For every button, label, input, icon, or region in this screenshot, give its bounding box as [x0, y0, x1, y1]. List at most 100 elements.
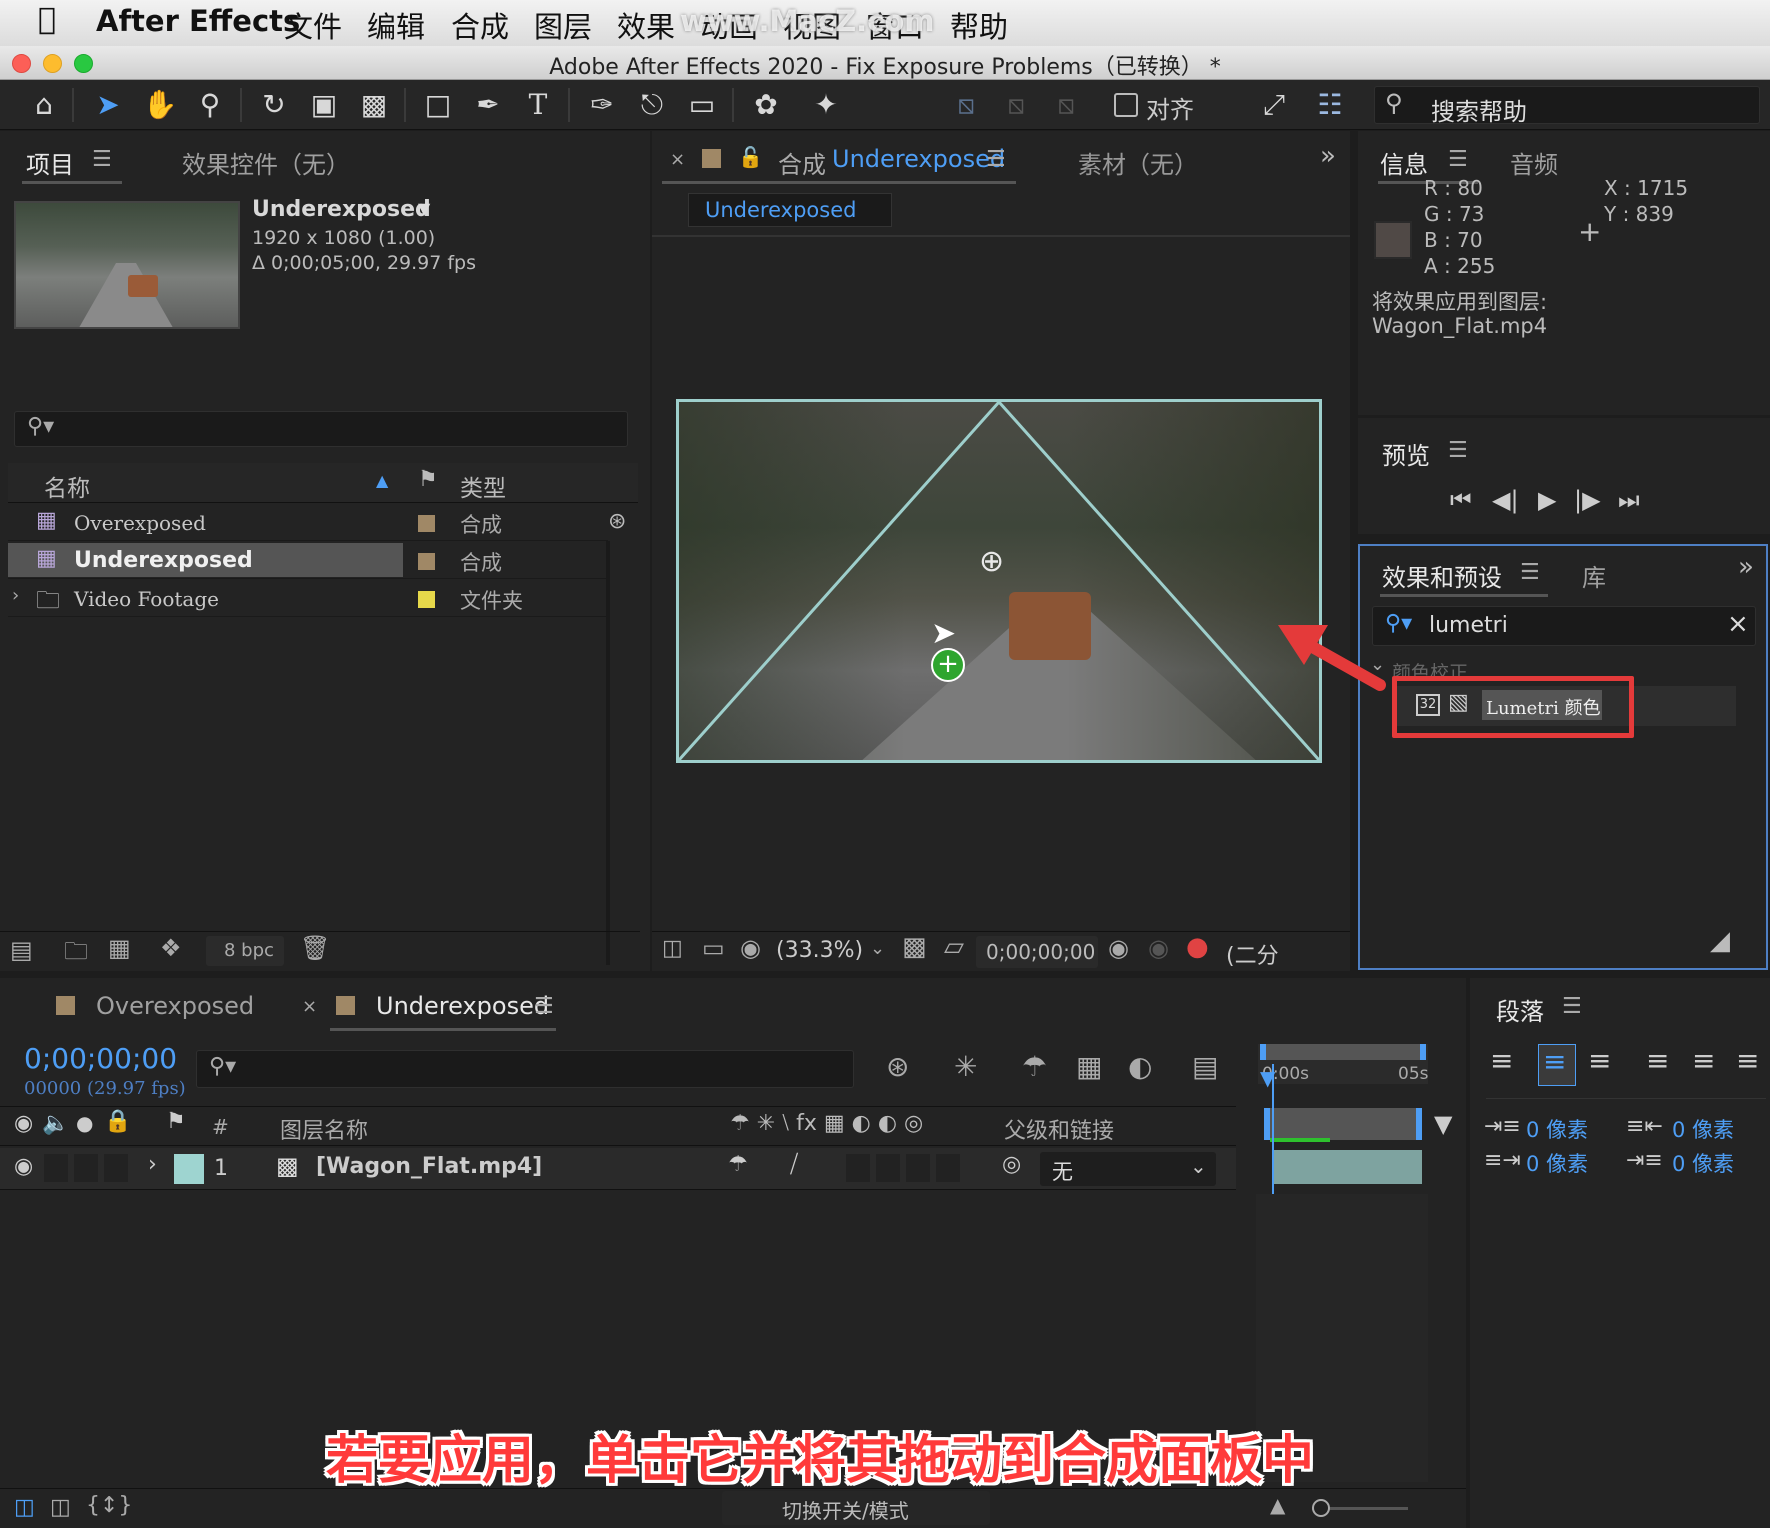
- stretch-icon[interactable]: {↕}: [86, 1493, 132, 1518]
- zoom-level[interactable]: (33.3%): [776, 938, 863, 963]
- timeline-search-input[interactable]: ⚲▾: [196, 1050, 854, 1088]
- shy-layers-icon[interactable]: ☂: [1022, 1050, 1047, 1083]
- clear-search-icon[interactable]: ×: [1727, 609, 1749, 639]
- brush-tool-icon[interactable]: ✑: [582, 86, 622, 124]
- justify-right-icon[interactable]: ≡: [1736, 1044, 1759, 1077]
- layer-clip-bar[interactable]: [1272, 1150, 1422, 1184]
- align-right-icon[interactable]: ≡: [1588, 1044, 1611, 1077]
- effects-search-input[interactable]: ⚲▾ lumetri ×: [1372, 606, 1756, 646]
- preview-menu-icon[interactable]: ☰: [1448, 438, 1468, 463]
- menu-app-name[interactable]: After Effects: [96, 4, 300, 38]
- interpret-footage-icon[interactable]: ▤: [10, 936, 33, 964]
- tab-effects-presets[interactable]: 效果和预设: [1382, 558, 1502, 593]
- panel-overflow-icon[interactable]: »: [1320, 141, 1336, 171]
- label-tag-icon[interactable]: ⚑: [166, 1109, 186, 1134]
- layer-name[interactable]: [Wagon_Flat.mp4]: [316, 1154, 542, 1179]
- local-axis-icon[interactable]: ⧅: [946, 86, 986, 124]
- apple-icon[interactable]: : [38, 2, 56, 37]
- indent-left-value[interactable]: 0 像素: [1526, 1114, 1588, 1144]
- comp-marker-icon[interactable]: ▼: [1434, 1110, 1452, 1138]
- align-center-button[interactable]: ≡: [1538, 1044, 1576, 1086]
- bit-depth-button[interactable]: 8 bpc: [206, 936, 284, 966]
- audio-icon[interactable]: 🔈: [42, 1111, 69, 1136]
- label-tag-icon[interactable]: ⚑: [418, 467, 438, 492]
- timeline-menu-icon[interactable]: ☰: [534, 994, 554, 1019]
- menu-file[interactable]: 文件: [284, 4, 342, 46]
- first-frame-icon[interactable]: ⏮: [1450, 486, 1472, 514]
- zoom-tool-icon[interactable]: ⚲: [190, 86, 230, 124]
- comp-menu-icon[interactable]: ☰: [986, 147, 1006, 172]
- region-of-interest-icon[interactable]: ▩: [902, 932, 927, 962]
- eye-icon[interactable]: ◉: [14, 1111, 33, 1136]
- lock-icon[interactable]: 🔒: [104, 1109, 131, 1134]
- monitor-icon[interactable]: ▭: [702, 934, 725, 962]
- column-type[interactable]: 类型: [460, 469, 506, 503]
- label-color-swatch[interactable]: [418, 591, 435, 608]
- puppet-tool-icon[interactable]: ✦: [806, 86, 846, 124]
- comp-subtab[interactable]: Underexposed: [688, 193, 892, 227]
- parent-select[interactable]: 无 ⌄: [1040, 1152, 1216, 1186]
- paragraph-title[interactable]: 段落: [1496, 992, 1544, 1027]
- menu-edit[interactable]: 编辑: [367, 4, 425, 46]
- camera-tool-icon[interactable]: ▣: [304, 86, 344, 124]
- new-folder-icon[interactable]: 🗀: [64, 934, 88, 975]
- rotate-tool-icon[interactable]: ↻: [254, 86, 294, 124]
- pan-behind-tool-icon[interactable]: ▩: [354, 86, 394, 124]
- motion-blur-icon[interactable]: ◐: [1128, 1050, 1152, 1083]
- panel-overflow-icon[interactable]: »: [1738, 552, 1754, 582]
- clone-stamp-tool-icon[interactable]: ⎋: [632, 86, 672, 124]
- sort-ascending-icon[interactable]: ▲: [376, 471, 388, 490]
- resolution-label[interactable]: (二分: [1226, 938, 1279, 970]
- tab-footage[interactable]: 素材（无）: [1078, 145, 1198, 180]
- layer-duration-bar[interactable]: [1264, 1108, 1422, 1140]
- chevron-right-icon[interactable]: ›: [12, 585, 19, 606]
- new-bin-icon[interactable]: ◢: [1710, 926, 1730, 956]
- dropdown-arrow-icon[interactable]: ▼: [418, 199, 430, 218]
- anchor-point-icon[interactable]: ⊕: [979, 544, 1004, 579]
- menu-effect[interactable]: 效果: [617, 4, 675, 46]
- label-color-swatch[interactable]: [418, 553, 435, 570]
- menu-composition[interactable]: 合成: [451, 4, 509, 46]
- tab-info[interactable]: 信息: [1380, 145, 1428, 180]
- effects-menu-icon[interactable]: ☰: [1520, 560, 1540, 585]
- tab-effect-controls[interactable]: 效果控件（无）: [182, 145, 350, 180]
- list-item[interactable]: › 🗀 Video Footage 文件夹: [8, 581, 608, 617]
- adjust-project-settings-icon[interactable]: ❖: [160, 934, 182, 962]
- project-search-input[interactable]: ⚲▾: [14, 411, 628, 447]
- type-tool-icon[interactable]: T: [518, 86, 558, 124]
- chevron-down-icon[interactable]: ⌄: [870, 938, 885, 959]
- new-composition-icon[interactable]: ▦: [108, 934, 131, 962]
- selected-comp-name[interactable]: Underexposed: [252, 197, 431, 222]
- play-icon[interactable]: ▶: [1538, 486, 1556, 514]
- tab-underexposed[interactable]: Underexposed: [376, 992, 549, 1020]
- pick-whip-icon[interactable]: ◎: [1002, 1152, 1021, 1177]
- indent-right-icon[interactable]: ≡⇤: [1626, 1114, 1663, 1139]
- align-left-icon[interactable]: ≡: [1490, 1044, 1513, 1077]
- previous-frame-icon[interactable]: ◀|: [1492, 486, 1519, 514]
- lock-icon[interactable]: 🔓: [738, 145, 763, 169]
- table-row[interactable]: ◉ › 1 ▩ [Wagon_Flat.mp4] ☂ ⧸ ◎ 无 ⌄: [0, 1148, 1236, 1190]
- space-before-icon[interactable]: ≡⇥: [1484, 1148, 1521, 1173]
- world-axis-icon[interactable]: ⧅: [996, 86, 1036, 124]
- space-before-value[interactable]: 0 像素: [1526, 1148, 1588, 1178]
- comp-tab-prefix[interactable]: 合成: [778, 145, 826, 180]
- trash-icon[interactable]: 🗑: [300, 934, 330, 962]
- menu-help[interactable]: 帮助: [950, 4, 1008, 46]
- justify-left-icon[interactable]: ≡: [1646, 1044, 1669, 1077]
- transfer-controls-icon[interactable]: ◫: [50, 1495, 71, 1520]
- selection-tool-icon[interactable]: ➤: [88, 86, 128, 124]
- last-frame-icon[interactable]: ⏭: [1618, 486, 1640, 514]
- draft-3d-icon[interactable]: ✳: [954, 1050, 977, 1083]
- space-after-value[interactable]: 0 像素: [1672, 1148, 1734, 1178]
- layer-name-header[interactable]: 图层名称: [280, 1113, 368, 1145]
- transparency-grid-icon[interactable]: ▱: [944, 932, 964, 962]
- zoom-out-icon[interactable]: ▲: [1270, 1493, 1285, 1517]
- shy-switch-icon[interactable]: ☂: [728, 1152, 748, 1177]
- vr-icon[interactable]: ◉: [740, 934, 761, 962]
- layer-label-swatch[interactable]: [174, 1154, 204, 1184]
- time-ruler[interactable]: 0:00s 05s: [1258, 1044, 1429, 1084]
- indent-left-icon[interactable]: ⇥≡: [1484, 1114, 1521, 1139]
- timeline-zoom-slider[interactable]: [1312, 1499, 1408, 1517]
- always-preview-icon[interactable]: ◫: [662, 936, 683, 961]
- indent-right-value[interactable]: 0 像素: [1672, 1114, 1734, 1144]
